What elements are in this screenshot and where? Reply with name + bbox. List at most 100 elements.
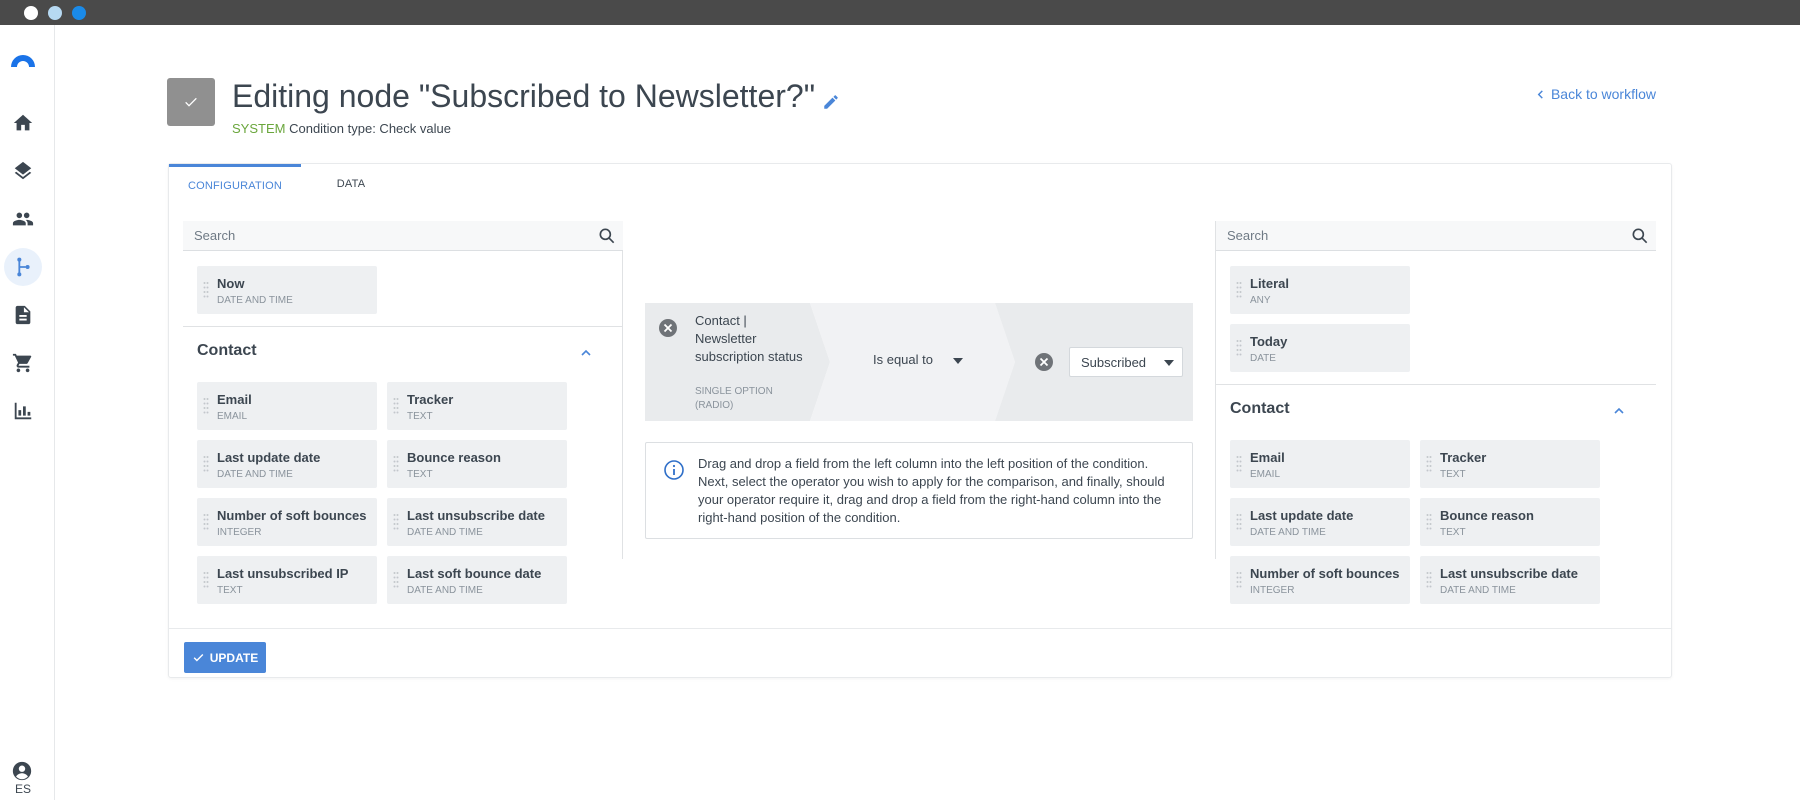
field-type: TEXT [1440,527,1466,538]
info-icon [664,460,684,480]
drag-handle-icon[interactable] [1426,455,1432,473]
search-icon[interactable] [597,226,617,246]
condition-type-label: Condition type: Check value [289,121,451,136]
window-maximize-button[interactable] [72,6,86,20]
right-value-select[interactable]: Subscribed [1069,347,1183,377]
field-name: Literal [1250,276,1290,291]
field-name: Last unsubscribed IP [217,566,349,581]
remove-left-operand-icon[interactable] [658,318,678,338]
field-type: INTEGER [1250,585,1295,596]
field-type: EMAIL [217,411,248,422]
field-name: Last soft bounce date [407,566,542,581]
drag-handle-icon[interactable] [1236,513,1242,531]
drag-handle-icon[interactable] [393,571,399,589]
tab-data[interactable]: DATA [301,164,401,204]
drag-handle-icon[interactable] [203,281,209,299]
right-value-text: Subscribed [1081,355,1147,370]
workflow-icon [17,257,30,277]
drag-handle-icon[interactable] [1236,455,1242,473]
sidebar-item-cart[interactable] [4,344,42,382]
drag-handle-icon[interactable] [1236,571,1242,589]
condition-builder: Contact | Newsletter subscription status… [645,303,1193,421]
search-icon[interactable] [1630,226,1650,246]
window-close-button[interactable] [24,6,38,20]
chevron-up-icon[interactable] [1612,404,1626,418]
sidebar-item-home[interactable] [4,104,42,142]
field-type: DATE AND TIME [1250,527,1326,538]
field-type: TEXT [1440,469,1466,480]
left-search-input[interactable] [194,228,574,243]
field-chip[interactable]: Bounce reason TEXT [1420,498,1600,546]
remove-right-operand-icon[interactable] [1034,352,1054,372]
document-icon [15,305,31,325]
field-chip[interactable]: Tracker TEXT [1420,440,1600,488]
page-title: Editing node "Subscribed to Newsletter?" [232,78,816,114]
drag-handle-icon[interactable] [393,513,399,531]
caret-down-icon[interactable] [953,358,963,364]
edit-title-pencil-icon[interactable] [822,93,840,111]
field-chip[interactable]: Last unsubscribe date DATE AND TIME [387,498,567,546]
field-chip[interactable]: Last soft bounce date DATE AND TIME [387,556,567,604]
node-subtitle: SYSTEM Condition type: Check value [232,121,451,136]
drag-handle-icon[interactable] [1236,281,1242,299]
help-info-box: Drag and drop a field from the left colu… [645,442,1193,539]
drag-handle-icon[interactable] [203,455,209,473]
sidebar-item-contacts[interactable] [4,200,42,238]
account-icon[interactable] [11,760,33,782]
sidebar-item-workflow[interactable] [4,248,42,286]
back-to-workflow-link[interactable]: Back to workflow [1536,86,1656,102]
field-chip[interactable]: Last unsubscribed IP TEXT [197,556,377,604]
drag-handle-icon[interactable] [393,397,399,415]
field-chip[interactable]: Number of soft bounces INTEGER [1230,556,1410,604]
field-chip[interactable]: Number of soft bounces INTEGER [197,498,377,546]
language-label[interactable]: ES [8,782,38,796]
field-name: Email [217,392,252,407]
brand-logo-icon[interactable] [8,45,38,75]
field-chip[interactable]: Today DATE [1230,324,1410,372]
field-name: Last update date [217,450,321,465]
right-search-input[interactable] [1227,228,1607,243]
chevron-left-icon [1537,89,1543,99]
drag-handle-icon[interactable] [203,513,209,531]
drag-handle-icon[interactable] [393,455,399,473]
field-chip[interactable]: Last update date DATE AND TIME [197,440,377,488]
left-operand-type: SINGLE OPTION (RADIO) [695,386,773,411]
field-chip[interactable]: Email EMAIL [197,382,377,430]
field-chip[interactable]: Tracker TEXT [387,382,567,430]
field-name: Now [217,276,245,291]
bar-chart-icon [14,402,32,420]
field-type: DATE AND TIME [217,469,293,480]
drag-handle-icon[interactable] [203,571,209,589]
caret-down-icon[interactable] [1164,360,1174,366]
field-chip[interactable]: Literal ANY [1230,266,1410,314]
field-name: Last update date [1250,508,1354,523]
group-title-contact: Contact [1230,400,1290,417]
sidebar-item-documents[interactable] [4,296,42,334]
operator-select[interactable]: Is equal to [873,352,933,367]
field-chip[interactable]: Last unsubscribe date DATE AND TIME [1420,556,1600,604]
drag-handle-icon[interactable] [1426,571,1432,589]
drag-handle-icon[interactable] [203,397,209,415]
field-type: TEXT [407,411,433,422]
tab-configuration[interactable]: CONFIGURATION [169,164,301,204]
field-chip[interactable]: Now DATE AND TIME [197,266,377,314]
field-type: TEXT [217,585,243,596]
sidebar-item-reports[interactable] [4,392,42,430]
field-chip[interactable]: Email EMAIL [1230,440,1410,488]
left-operand-field[interactable]: Contact | Newsletter subscription status [695,312,805,366]
chevron-up-icon[interactable] [579,346,593,360]
field-type: DATE AND TIME [407,585,483,596]
sidebar-item-layers[interactable] [4,152,42,190]
field-type: INTEGER [217,527,262,538]
help-text: Drag and drop a field from the left colu… [698,456,1165,525]
window-minimize-button[interactable] [48,6,62,20]
drag-handle-icon[interactable] [1426,513,1432,531]
field-chip[interactable]: Last update date DATE AND TIME [1230,498,1410,546]
field-chip[interactable]: Bounce reason TEXT [387,440,567,488]
field-name: Bounce reason [1440,508,1534,523]
field-type: EMAIL [1250,469,1281,480]
node-type-badge [167,78,215,126]
drag-handle-icon[interactable] [1236,339,1242,357]
update-button[interactable]: UPDATE [184,642,266,673]
update-button-label: UPDATE [209,650,259,665]
